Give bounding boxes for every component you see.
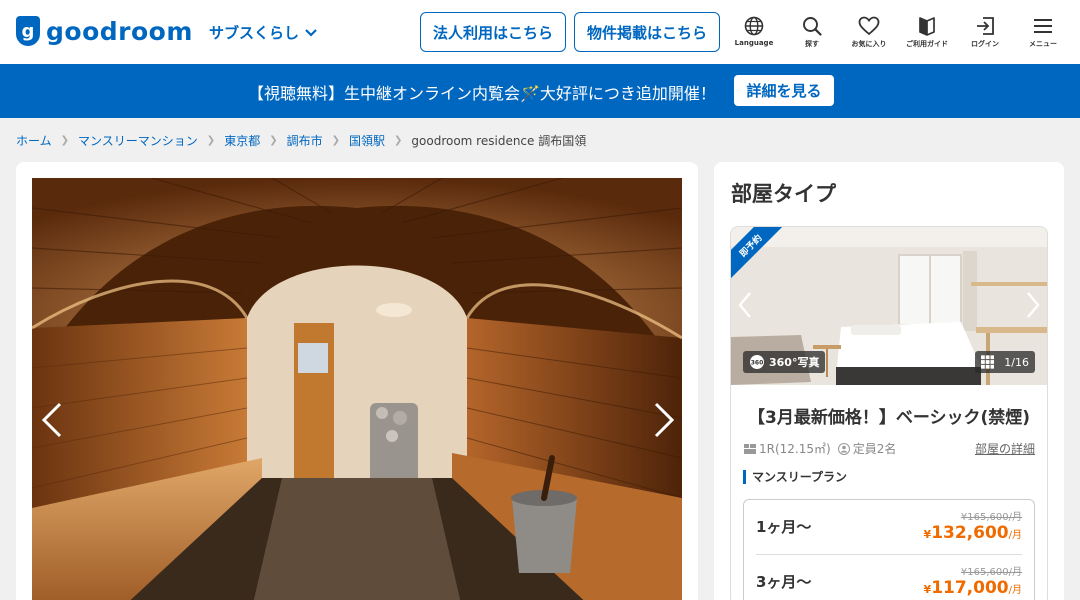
plan-price-unit: /月 bbox=[1008, 585, 1022, 596]
plan-price-value: 132,600 bbox=[931, 523, 1009, 543]
breadcrumb-monthly[interactable]: マンスリーマンション bbox=[78, 132, 198, 149]
chevron-right-icon bbox=[654, 402, 675, 438]
sauna-photo[interactable] bbox=[32, 178, 682, 600]
nav-login[interactable]: ログイン bbox=[957, 16, 1013, 49]
login-icon bbox=[977, 17, 994, 35]
room-size: 1R(12.15㎡) bbox=[759, 442, 831, 456]
floorplan-icon bbox=[744, 443, 756, 454]
grid-icon bbox=[981, 355, 995, 369]
nav-favorites-label: お気に入り bbox=[851, 40, 887, 48]
chevron-right-icon: ❯ bbox=[331, 135, 340, 146]
logo-mark-icon: g bbox=[16, 16, 40, 46]
room-photo-next-button[interactable] bbox=[1025, 291, 1041, 323]
corporate-use-button[interactable]: 法人利用はこちら bbox=[420, 12, 566, 52]
promo-banner[interactable]: 【視聴無料】生中継オンライン内覧会🪄大好評につき追加開催！ 詳細を見る bbox=[0, 64, 1080, 118]
room-photo[interactable]: 即予約 360 360°写真 1/16 bbox=[731, 227, 1047, 385]
heart-icon bbox=[858, 16, 880, 36]
search-icon bbox=[803, 17, 822, 36]
guide-icon bbox=[919, 17, 935, 36]
plan-old-price: ¥165,600/月 bbox=[960, 512, 1022, 523]
breadcrumb: ホーム ❯ マンスリーマンション ❯ 東京都 ❯ 調布市 ❯ 国領駅 ❯ goo… bbox=[16, 132, 586, 149]
room-type-title[interactable]: 【3月最新価格！】ベーシック(禁煙) bbox=[731, 403, 1047, 428]
plan-term: 3ヶ月〜 bbox=[756, 573, 812, 591]
breadcrumb-home[interactable]: ホーム bbox=[16, 132, 52, 149]
room-types-title: 部屋タイプ bbox=[731, 182, 836, 206]
breadcrumb-tokyo[interactable]: 東京都 bbox=[224, 132, 260, 149]
property-listing-button[interactable]: 物件掲載はこちら bbox=[574, 12, 720, 52]
gallery-next-button[interactable] bbox=[648, 400, 678, 440]
photo-360-label: 360°写真 bbox=[769, 356, 820, 369]
chevron-left-icon bbox=[738, 292, 751, 318]
promo-banner-text: 【視聴無料】生中継オンライン内覧会🪄大好評につき追加開催！ bbox=[248, 84, 716, 103]
person-icon bbox=[837, 442, 850, 455]
room-photo-prev-button[interactable] bbox=[737, 291, 753, 323]
svg-text:360: 360 bbox=[751, 360, 764, 367]
gallery-prev-button[interactable] bbox=[38, 400, 68, 440]
nav-language[interactable]: Language bbox=[726, 16, 782, 47]
photo-count-button[interactable]: 1/16 bbox=[975, 351, 1035, 373]
nav-login-label: ログイン bbox=[971, 40, 999, 48]
goodroom-logo[interactable]: g goodroom bbox=[16, 16, 193, 46]
chevron-right-icon: ❯ bbox=[394, 135, 403, 146]
nav-menu[interactable]: メニュー bbox=[1015, 16, 1071, 49]
plan-old-price: ¥165,600/月 bbox=[960, 567, 1022, 578]
nav-menu-label: メニュー bbox=[1029, 40, 1057, 48]
plan-row[interactable]: 1ヶ月〜 ¥165,600/月 ¥132,600/月 bbox=[756, 500, 1022, 555]
room-capacity: 定員2名 bbox=[852, 442, 897, 456]
plan-term: 1ヶ月〜 bbox=[756, 518, 812, 536]
menu-icon bbox=[1034, 19, 1052, 33]
nav-search[interactable]: 探す bbox=[784, 16, 840, 49]
room-meta: 1R(12.15㎡) 定員2名 bbox=[744, 440, 896, 457]
photo-360-button[interactable]: 360 360°写真 bbox=[743, 351, 826, 373]
sauna-image bbox=[32, 178, 682, 600]
globe-icon bbox=[744, 16, 764, 36]
nav-favorites[interactable]: お気に入り bbox=[841, 16, 897, 49]
room-detail-link[interactable]: 部屋の詳細 bbox=[975, 440, 1035, 457]
subs-kurashi-label: サブスくらし bbox=[209, 24, 300, 42]
nav-guide-label: ご利用ガイド bbox=[906, 40, 948, 48]
breadcrumb-kokuryo-station[interactable]: 国領駅 bbox=[349, 132, 385, 149]
price-plan-box: 1ヶ月〜 ¥165,600/月 ¥132,600/月 3ヶ月〜 ¥165,600… bbox=[743, 499, 1035, 600]
chevron-right-icon: ❯ bbox=[60, 135, 70, 146]
chevron-right-icon bbox=[1027, 292, 1040, 318]
plan-row[interactable]: 3ヶ月〜 ¥165,600/月 ¥117,000/月 bbox=[756, 555, 1022, 600]
photo-count-label: 1/16 bbox=[1004, 355, 1029, 369]
plan-price: ¥132,600/月 bbox=[924, 523, 1022, 543]
breadcrumb-chofu[interactable]: 調布市 bbox=[287, 132, 323, 149]
banner-details-button[interactable]: 詳細を見る bbox=[734, 75, 834, 106]
chevron-down-icon bbox=[305, 28, 317, 37]
chevron-right-icon: ❯ bbox=[269, 135, 278, 146]
nav-search-label: 探す bbox=[805, 40, 819, 48]
logo-text: goodroom bbox=[46, 16, 193, 46]
site-header: g goodroom サブスくらし 法人利用はこちら 物件掲載はこちら Lang… bbox=[0, 0, 1080, 64]
subs-kurashi-dropdown[interactable]: サブスくらし bbox=[209, 22, 317, 43]
chevron-right-icon: ❯ bbox=[206, 135, 216, 146]
camera-360-icon: 360 bbox=[750, 355, 764, 369]
nav-language-label: Language bbox=[734, 39, 774, 47]
chevron-left-icon bbox=[41, 402, 62, 438]
room-type-item[interactable]: 即予約 360 360°写真 1/16 【3月最新価格！】ベーシック(禁煙) 1… bbox=[730, 226, 1048, 600]
breadcrumb-current: goodroom residence 調布国領 bbox=[411, 134, 587, 148]
monthly-plan-label: マンスリープラン bbox=[743, 470, 847, 484]
plan-price-value: 117,000 bbox=[931, 578, 1009, 598]
plan-price: ¥117,000/月 bbox=[924, 578, 1022, 598]
plan-price-unit: /月 bbox=[1008, 530, 1022, 541]
nav-guide[interactable]: ご利用ガイド bbox=[899, 16, 955, 49]
